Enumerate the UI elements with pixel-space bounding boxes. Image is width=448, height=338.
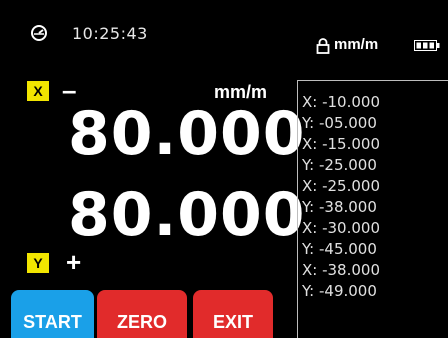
x-axis-sign: – (62, 75, 77, 105)
y-axis-sign: + (66, 247, 82, 277)
device-screen: 10:25:43 mm/m X – mm/m 80.000 80.000 Y +… (0, 0, 448, 338)
zero-button[interactable]: ZERO (97, 290, 187, 338)
log-entry: Y: -05.000 (302, 114, 377, 132)
clock-time: 10:25:43 (72, 24, 148, 43)
log-entry: Y: -38.000 (302, 198, 377, 216)
log-entry: X: -15.000 (302, 135, 380, 153)
header-unit: mm/m (334, 36, 379, 53)
x-axis-value: 80.000 (68, 99, 306, 169)
log-entry: X: -10.000 (302, 93, 380, 111)
lock-icon (316, 38, 330, 54)
log-entry: Y: -45.000 (302, 240, 377, 258)
exit-button[interactable]: EXIT (193, 290, 273, 338)
y-axis-value: 80.000 (68, 180, 306, 250)
x-axis-badge: X (27, 81, 49, 101)
log-entry: X: -38.000 (302, 261, 380, 279)
start-button[interactable]: START (11, 290, 94, 338)
gauge-icon (31, 25, 47, 41)
battery-icon (414, 40, 440, 51)
log-entry: Y: -49.000 (302, 282, 377, 300)
log-entry: X: -30.000 (302, 219, 380, 237)
log-entry: Y: -25.000 (302, 156, 377, 174)
log-entry: X: -25.000 (302, 177, 380, 195)
y-axis-badge: Y (27, 253, 49, 273)
